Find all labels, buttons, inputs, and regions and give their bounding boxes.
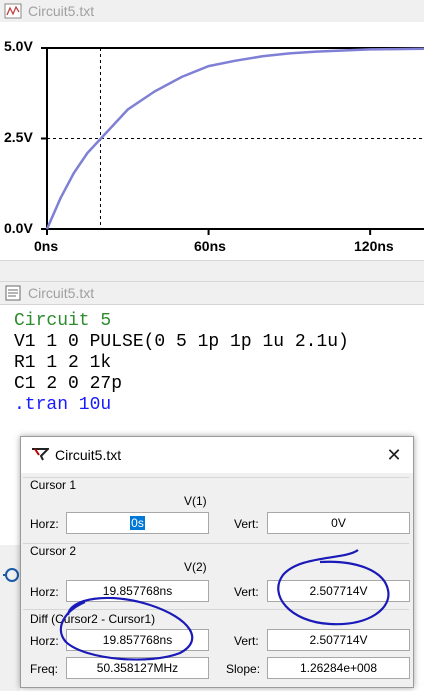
diff-vert-field[interactable]: 2.507714V	[267, 629, 410, 651]
probe-icon	[3, 568, 19, 582]
netlist-line: Circuit 5	[14, 311, 112, 331]
horz-label: Horz:	[30, 634, 59, 648]
diff-horz-field[interactable]: 19.857768ns	[66, 629, 209, 651]
cursor1-group: Cursor 1 V(1) Horz: 0s Vert: 0V	[23, 477, 410, 540]
cursor2-vert-field[interactable]: 2.507714V	[267, 580, 410, 602]
netlist-line: V1 1 0 PULSE(0 5 1p 1p 1u 2.1u)	[14, 332, 349, 352]
cursor1-horz-field[interactable]: 0s	[66, 512, 209, 534]
cursor1-label: Cursor 1	[30, 478, 77, 492]
freq-label: Freq:	[30, 662, 59, 676]
background-window-edge	[0, 545, 20, 691]
close-button[interactable]: ✕	[383, 444, 405, 466]
netlist-line: R1 1 2 1k	[14, 353, 112, 373]
netlist-window-titlebar[interactable]: Circuit5.txt	[0, 282, 424, 305]
y-tick-label: 2.5V	[4, 129, 33, 145]
diff-slope-field[interactable]: 1.26284e+008	[267, 657, 410, 679]
dialog-titlebar[interactable]: Circuit5.txt ✕	[21, 437, 413, 473]
vert-label: Vert:	[234, 634, 259, 648]
netlist-editor[interactable]: Circuit 5 V1 1 0 PULSE(0 5 1p 1p 1u 2.1u…	[14, 311, 349, 416]
cursor1-horz-value: 0s	[130, 516, 145, 530]
cursor2-group: Cursor 2 V(2) Horz: 19.857768ns Vert: 2.…	[23, 543, 410, 608]
plot-canvas[interactable]	[0, 22, 424, 260]
cursor2-label: Cursor 2	[30, 544, 77, 558]
horz-label: Horz:	[30, 585, 59, 599]
cursor1-trace: V(1)	[184, 494, 207, 508]
plot-window-title: Circuit5.txt	[28, 3, 95, 19]
cursor2-trace: V(2)	[184, 560, 207, 574]
cursor-dialog[interactable]: Circuit5.txt ✕ Cursor 1 V(1) Horz: 0s Ve…	[20, 436, 414, 688]
cursor2-horz-field[interactable]: 19.857768ns	[66, 580, 209, 602]
vert-label: Vert:	[234, 585, 259, 599]
diff-group: Diff (Cursor2 - Cursor1) Horz: 19.857768…	[23, 609, 410, 686]
plot-window-titlebar[interactable]: Circuit5.txt	[0, 0, 424, 23]
netlist-window-title: Circuit5.txt	[28, 285, 95, 301]
cursor1-vert-field[interactable]: 0V	[267, 512, 410, 534]
diff-freq-field[interactable]: 50.358127MHz	[66, 657, 209, 679]
dialog-title: Circuit5.txt	[55, 447, 122, 463]
x-tick-label: 0ns	[34, 238, 59, 254]
waveform-plot[interactable]: 5.0V 2.5V 0.0V 0ns 60ns 120ns	[0, 22, 424, 260]
slope-label: Slope:	[226, 662, 261, 676]
netlist-line: C1 2 0 27p	[14, 374, 123, 394]
waveform-window-icon	[4, 3, 22, 19]
ltspice-icon	[32, 448, 49, 461]
y-tick-label: 5.0V	[4, 38, 33, 54]
x-tick-label: 60ns	[194, 238, 226, 254]
vert-label: Vert:	[234, 517, 259, 531]
x-tick-label: 120ns	[354, 238, 394, 254]
window-separator	[0, 260, 424, 282]
diff-label: Diff (Cursor2 - Cursor1)	[30, 612, 156, 626]
y-tick-label: 0.0V	[4, 220, 33, 236]
horz-label: Horz:	[30, 517, 59, 531]
netlist-line: .tran 10u	[14, 395, 112, 415]
document-icon	[5, 285, 21, 301]
